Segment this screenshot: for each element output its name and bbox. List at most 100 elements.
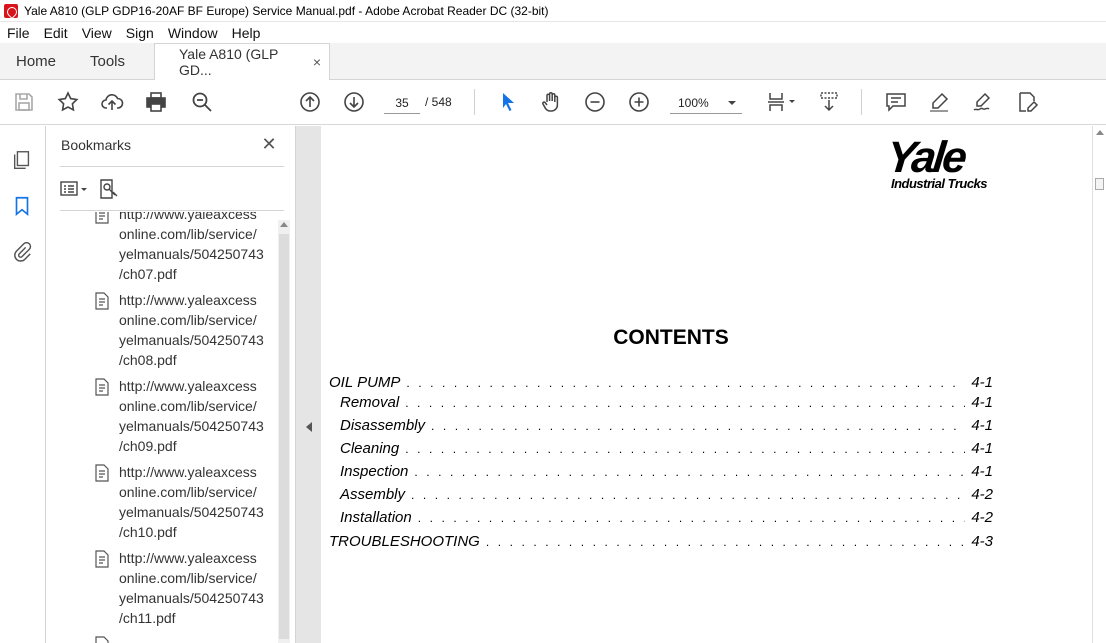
- menu-bar: File Edit View Sign Window Help: [0, 22, 1106, 43]
- bookmark-label: http://www.yaleaxcess online.com/lib/ser…: [119, 378, 264, 454]
- attachment-icon[interactable]: [10, 240, 34, 264]
- toc-entry: Inspection 4-1: [329, 463, 993, 483]
- zoom-out-icon[interactable]: [581, 88, 609, 116]
- toc-page-number: 4-1: [971, 374, 993, 391]
- scroll-up-icon[interactable]: [280, 222, 288, 227]
- toolbar-divider: [474, 89, 475, 115]
- tab-tools[interactable]: Tools: [74, 43, 154, 79]
- bookmarks-panel: Bookmarks ✕ http://www.yaleaxcess online…: [46, 126, 296, 643]
- menu-help[interactable]: Help: [225, 25, 268, 41]
- star-icon[interactable]: [54, 88, 82, 116]
- scrollbar-thumb[interactable]: [279, 234, 289, 639]
- toc-entry: OIL PUMP 4-1: [329, 374, 993, 394]
- toc-entry: Installation 4-2: [329, 509, 993, 529]
- toolbar: / 548 100%: [0, 80, 1106, 125]
- scroll-mode-icon[interactable]: [815, 88, 843, 116]
- bookmark-page-icon: [95, 292, 109, 310]
- pdf-page: Yale Industrial Trucks CONTENTS OIL PUMP…: [321, 126, 1092, 643]
- edit-icon[interactable]: [1013, 88, 1041, 116]
- menu-sign[interactable]: Sign: [119, 25, 161, 41]
- select-cursor-icon[interactable]: [494, 88, 522, 116]
- page-heading: CONTENTS: [613, 326, 729, 349]
- title-bar: Yale A810 (GLP GDP16-20AF BF Europe) Ser…: [0, 0, 1106, 22]
- page-number-input[interactable]: [384, 92, 420, 114]
- toc-entry: TROUBLESHOOTING 4-3: [329, 533, 993, 553]
- toc-leader-dots: [411, 488, 965, 502]
- toc-entry: Disassembly 4-1: [329, 417, 993, 437]
- toc-leader-dots: [414, 465, 965, 479]
- scroll-up-icon[interactable]: [1096, 130, 1104, 135]
- menu-edit[interactable]: Edit: [37, 25, 75, 41]
- toc-leader-dots: [405, 442, 965, 456]
- bookmark-list: http://www.yaleaxcess online.com/lib/ser…: [46, 212, 278, 643]
- document-area: Yale Industrial Trucks CONTENTS OIL PUMP…: [296, 126, 1106, 643]
- bookmarks-scrollbar[interactable]: [278, 220, 290, 643]
- menu-view[interactable]: View: [75, 25, 119, 41]
- close-icon[interactable]: ✕: [260, 135, 278, 153]
- toc-leader-dots: [431, 419, 965, 433]
- bookmark-options-button[interactable]: [60, 177, 98, 201]
- toc-page-number: 4-1: [971, 463, 993, 480]
- document-scrollbar[interactable]: [1092, 126, 1106, 643]
- zoom-in-icon[interactable]: [625, 88, 653, 116]
- add-bookmark-button[interactable]: [98, 177, 136, 201]
- scrollbar-thumb[interactable]: [1095, 178, 1104, 190]
- toc-leader-dots: [405, 396, 965, 410]
- hand-icon[interactable]: [537, 88, 565, 116]
- menu-file[interactable]: File: [0, 25, 37, 41]
- acrobat-app-icon: [4, 3, 18, 18]
- page-layout-icon[interactable]: [760, 88, 800, 116]
- toc-leader-dots: [486, 535, 965, 549]
- save-icon[interactable]: [10, 88, 38, 116]
- bookmark-page-icon: [95, 212, 109, 224]
- toc-label: OIL PUMP: [329, 374, 401, 391]
- page-total: / 548: [425, 95, 452, 109]
- toc-page-number: 4-1: [971, 440, 993, 457]
- page-down-icon[interactable]: [340, 88, 368, 116]
- comment-icon[interactable]: [882, 88, 910, 116]
- toc-entry: Removal 4-1: [329, 394, 993, 414]
- toc-page-number: 4-3: [971, 533, 993, 550]
- sign-icon[interactable]: [969, 88, 997, 116]
- toc-page-number: 4-2: [971, 509, 993, 526]
- toc-leader-dots: [418, 511, 966, 525]
- toc-page-number: 4-1: [971, 417, 993, 434]
- bookmark-page-icon: [95, 636, 109, 643]
- bookmark-search-icon: [100, 179, 118, 199]
- tab-document[interactable]: Yale A810 (GLP GD... ×: [154, 43, 330, 80]
- toc-label: Removal: [340, 394, 400, 411]
- toc-entry: Assembly 4-2: [329, 486, 993, 506]
- zoom-dropdown[interactable]: 100%: [670, 92, 742, 114]
- zoom-search-icon[interactable]: [188, 88, 216, 116]
- bookmark-page-icon: [95, 378, 109, 396]
- toc-label: Cleaning: [340, 440, 400, 457]
- bookmark-page-icon: [95, 464, 109, 482]
- page-up-icon[interactable]: [296, 88, 324, 116]
- tab-bar: Home Tools Yale A810 (GLP GD... ×: [0, 43, 1106, 80]
- menu-window[interactable]: Window: [161, 25, 225, 41]
- tab-document-label: Yale A810 (GLP GD...: [179, 46, 279, 78]
- list-options-icon: [60, 181, 87, 196]
- tab-home[interactable]: Home: [0, 43, 74, 79]
- toc-page-number: 4-2: [971, 486, 993, 503]
- panel-divider: [60, 210, 284, 211]
- toc-leader-dots: [406, 376, 965, 390]
- toc-label: Disassembly: [340, 417, 426, 434]
- toc-label: TROUBLESHOOTING: [329, 533, 480, 550]
- toc-label: Inspection: [340, 463, 409, 480]
- print-icon[interactable]: [142, 88, 170, 116]
- highlight-icon[interactable]: [925, 88, 953, 116]
- logo-main: Yale: [884, 133, 967, 182]
- zoom-value: 100%: [678, 95, 709, 110]
- toc-page-number: 4-1: [971, 394, 993, 411]
- window-title: Yale A810 (GLP GDP16-20AF BF Europe) Ser…: [24, 3, 549, 18]
- bookmark-page-icon: [95, 550, 109, 568]
- collapse-panel-icon[interactable]: [306, 422, 312, 432]
- bookmark-icon[interactable]: [10, 194, 44, 218]
- pages-icon[interactable]: [10, 148, 34, 172]
- tab-close-icon[interactable]: ×: [313, 54, 321, 70]
- toc-entry: Cleaning 4-1: [329, 440, 993, 460]
- yale-logo: Yale Industrial Trucks: [884, 133, 1017, 194]
- chevron-down-icon: [728, 100, 736, 105]
- upload-icon[interactable]: [98, 88, 126, 116]
